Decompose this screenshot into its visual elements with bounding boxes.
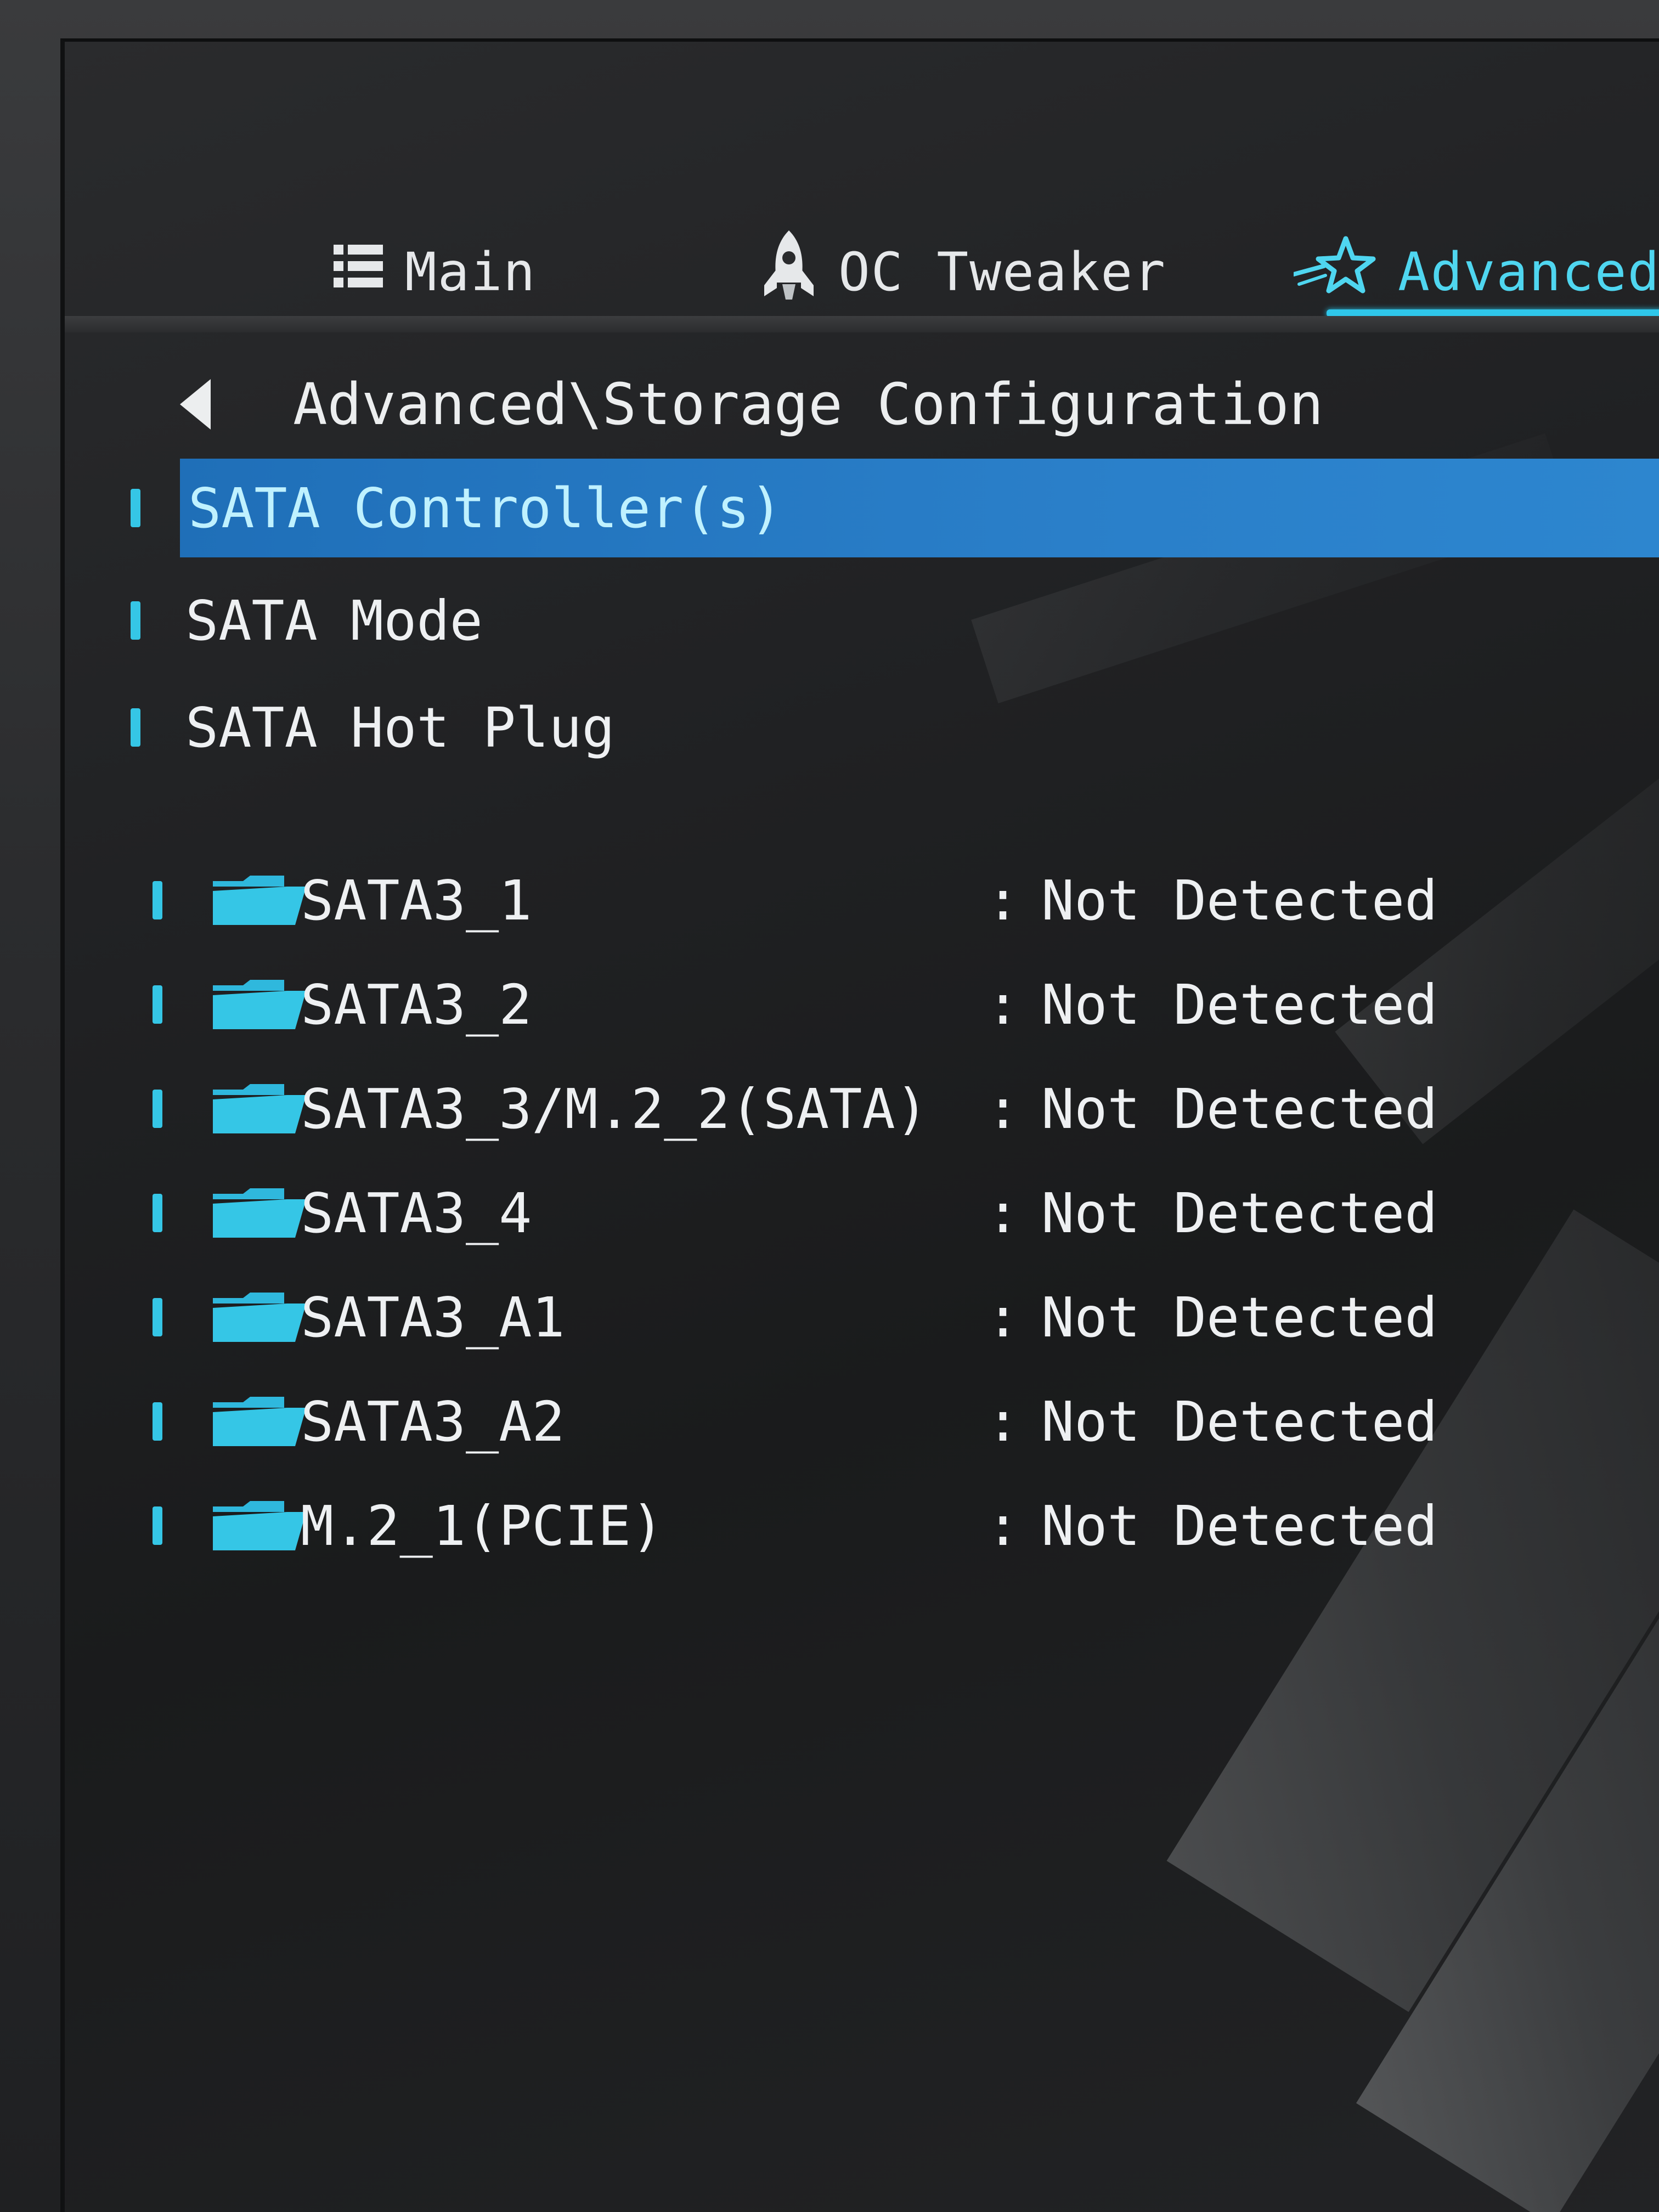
folder-icon bbox=[213, 1293, 306, 1342]
device-status: Not Detected bbox=[1041, 1493, 1438, 1558]
device-name: SATA3_2 bbox=[301, 972, 532, 1037]
device-status: Not Detected bbox=[1041, 972, 1438, 1037]
menu-item-label: SATA Controller(s) bbox=[188, 476, 783, 540]
tab-oc-tweaker[interactable]: OC Tweaker bbox=[761, 230, 1166, 305]
list-icon bbox=[334, 241, 383, 303]
tab-label: OC Tweaker bbox=[838, 241, 1166, 303]
menu-item-sata-hot-plug[interactable]: SATA Hot Plug bbox=[65, 678, 1659, 777]
device-row-m2-1[interactable]: M.2_1(PCIE) : Not Detected bbox=[65, 1476, 1659, 1575]
device-row-sata3-2[interactable]: SATA3_2 : Not Detected bbox=[65, 955, 1659, 1054]
tab-label: Advanced bbox=[1398, 241, 1659, 303]
device-row-sata3-a1[interactable]: SATA3_A1 : Not Detected bbox=[65, 1268, 1659, 1367]
device-row-sata3-4[interactable]: SATA3_4 : Not Detected bbox=[65, 1164, 1659, 1262]
device-status: Not Detected bbox=[1041, 1076, 1438, 1141]
item-marker bbox=[131, 601, 140, 640]
tab-main[interactable]: Main bbox=[334, 239, 536, 305]
folder-icon bbox=[213, 1397, 306, 1446]
device-row-sata3-1[interactable]: SATA3_1 : Not Detected bbox=[65, 851, 1659, 950]
device-row-sata3-a2[interactable]: SATA3_A2 : Not Detected bbox=[65, 1372, 1659, 1471]
item-marker bbox=[153, 1090, 162, 1128]
separator: : bbox=[986, 1181, 1020, 1245]
folder-icon bbox=[213, 1084, 306, 1133]
menu-item-sata-controllers[interactable]: SATA Controller(s) bbox=[65, 459, 1659, 557]
item-marker bbox=[153, 881, 162, 919]
item-marker bbox=[131, 489, 140, 527]
menu-item-label: SATA Mode bbox=[185, 588, 483, 653]
device-name: SATA3_A2 bbox=[301, 1389, 565, 1454]
rocket-icon bbox=[761, 230, 816, 314]
device-status: Not Detected bbox=[1041, 1389, 1438, 1454]
folder-icon bbox=[213, 1501, 306, 1550]
back-arrow-icon[interactable] bbox=[180, 379, 211, 430]
device-name: SATA3_A1 bbox=[301, 1285, 565, 1350]
nav-divider bbox=[65, 316, 1659, 332]
separator: : bbox=[986, 972, 1020, 1037]
separator: : bbox=[986, 1076, 1020, 1141]
device-name: SATA3_3/M.2_2(SATA) bbox=[301, 1076, 928, 1141]
tab-advanced[interactable]: Advanced bbox=[1291, 236, 1659, 317]
star-icon bbox=[1291, 236, 1376, 309]
folder-icon bbox=[213, 876, 306, 925]
item-marker bbox=[131, 708, 140, 747]
item-marker bbox=[153, 1298, 162, 1336]
top-navigation: Main OC Tweaker Advanced bbox=[65, 206, 1659, 332]
bios-screen: Main OC Tweaker Advanced Advanced\Storag… bbox=[60, 38, 1659, 2212]
breadcrumb-path: Advanced\Storage Configuration bbox=[293, 371, 1324, 438]
item-marker bbox=[153, 985, 162, 1024]
separator: : bbox=[986, 868, 1020, 933]
device-status: Not Detected bbox=[1041, 1285, 1438, 1350]
folder-icon bbox=[213, 1188, 306, 1238]
device-name: SATA3_4 bbox=[301, 1181, 532, 1245]
item-marker bbox=[153, 1402, 162, 1441]
device-name: M.2_1(PCIE) bbox=[301, 1493, 664, 1558]
folder-icon bbox=[213, 980, 306, 1029]
separator: : bbox=[986, 1493, 1020, 1558]
device-status: Not Detected bbox=[1041, 1181, 1438, 1245]
separator: : bbox=[986, 1389, 1020, 1454]
device-name: SATA3_1 bbox=[301, 868, 532, 933]
item-marker bbox=[153, 1194, 162, 1232]
device-row-sata3-3[interactable]: SATA3_3/M.2_2(SATA) : Not Detected bbox=[65, 1059, 1659, 1158]
menu-item-sata-mode[interactable]: SATA Mode bbox=[65, 571, 1659, 670]
menu-item-label: SATA Hot Plug bbox=[185, 695, 615, 760]
separator: : bbox=[986, 1285, 1020, 1350]
tab-label: Main bbox=[405, 241, 537, 303]
breadcrumb: Advanced\Storage Configuration bbox=[180, 371, 1323, 438]
device-status: Not Detected bbox=[1041, 868, 1438, 933]
item-marker bbox=[153, 1506, 162, 1545]
